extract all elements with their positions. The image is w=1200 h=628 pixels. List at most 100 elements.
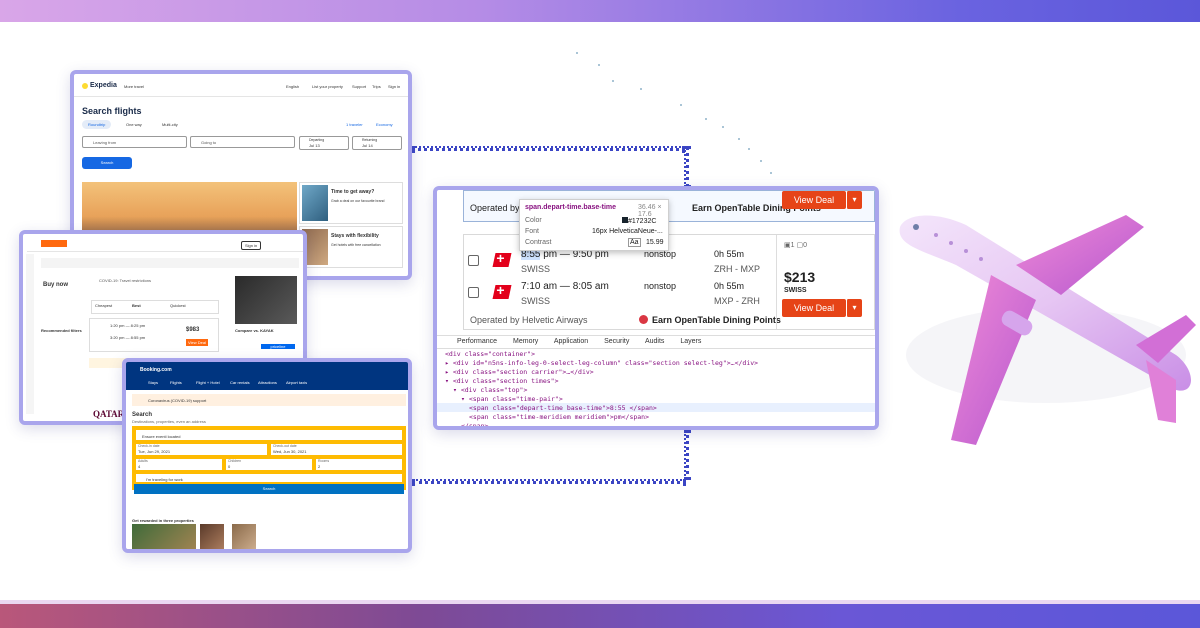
code-line[interactable]: ▾ <div class="top">: [453, 386, 527, 394]
route: ZRH - MXP: [714, 264, 760, 274]
code-line[interactable]: ▾ <div class="section times">: [445, 377, 559, 385]
work-travel-checkbox[interactable]: I'm traveling for work: [134, 472, 404, 484]
tooltip-color-label: Color: [525, 217, 542, 224]
traveler-select[interactable]: 1 traveler: [346, 122, 363, 127]
cabin-select[interactable]: Economy: [376, 122, 393, 127]
path-dot: [705, 118, 707, 120]
nav-stays[interactable]: Stays: [148, 380, 158, 385]
search-summary-bar[interactable]: [41, 258, 299, 268]
covid-notice[interactable]: COVID-19: Travel restrictions: [99, 278, 151, 283]
checkout-input[interactable]: Check-out date Wed, Jun 30, 2021: [269, 442, 404, 457]
priceline-button[interactable]: priceline: [261, 344, 295, 349]
children-select[interactable]: Children 0: [224, 457, 314, 472]
going-to-placeholder: Going to: [201, 140, 217, 145]
nav-language[interactable]: English: [286, 84, 299, 89]
code-line[interactable]: <div class="container">: [445, 350, 535, 358]
connector-line: [684, 146, 689, 188]
tab-memory[interactable]: Memory: [513, 338, 538, 345]
deal-dropdown-caret[interactable]: ▾: [846, 299, 862, 317]
nav-airport-taxis[interactable]: Airport taxis: [286, 380, 307, 385]
connector-line: [412, 146, 685, 151]
tooltip-font-label: Font: [525, 228, 540, 235]
tab-performance[interactable]: Performance: [457, 338, 497, 345]
tabs-divider: [437, 348, 875, 349]
property-image[interactable]: [132, 524, 196, 549]
view-deal-button[interactable]: View Deal: [782, 299, 846, 317]
code-line-selected[interactable]: <span class="depart-time base-time">8:55…: [469, 404, 657, 412]
departing-date-input[interactable]: Departing Jul 13: [299, 136, 349, 150]
adults-select[interactable]: Adults 4: [134, 457, 224, 472]
sort-quickest[interactable]: Quickest: [170, 303, 186, 308]
rooms-select[interactable]: Rooms 2: [314, 457, 404, 472]
nav-sign-in[interactable]: Sign in: [388, 84, 400, 89]
sign-in-button[interactable]: Sign in: [241, 241, 262, 250]
tab-audits[interactable]: Audits: [645, 338, 664, 345]
tab-multi-city[interactable]: Multi-city: [162, 122, 178, 127]
tooltip-font-value: 16px HelveticaNeue-...: [592, 228, 663, 235]
code-line[interactable]: ▸ <div id="n5ns-info-leg-0-select-leg-co…: [445, 359, 758, 367]
nav-list-property[interactable]: List your property: [312, 84, 343, 89]
connector-line: [684, 430, 689, 480]
more-travel-menu[interactable]: More travel: [124, 84, 144, 89]
tab-layers[interactable]: Layers: [680, 338, 701, 345]
booking-logo[interactable]: Booking.com: [140, 367, 172, 373]
view-deal-button[interactable]: View Deal: [186, 339, 208, 346]
stops: nonstop: [644, 281, 677, 291]
covid-support-text: Coronavirus (COVID-19) support: [148, 398, 207, 403]
promo-card-flexibility[interactable]: Stays with flexibility Get hotels with f…: [299, 226, 403, 268]
returning-value: Jul 14: [362, 143, 373, 148]
leaving-from-input[interactable]: Leaving from: [82, 136, 187, 148]
nav-trips[interactable]: Trips: [372, 84, 381, 89]
elements-panel: Performance Memory Application Security …: [437, 335, 875, 426]
expedia-logo-icon: [82, 83, 88, 89]
going-to-input[interactable]: Going to: [190, 136, 295, 148]
nav-support[interactable]: Support: [352, 84, 366, 89]
property-image[interactable]: [232, 524, 256, 549]
view-deal-button[interactable]: View Deal: [782, 191, 846, 209]
tooltip-color-value: #17232C: [622, 217, 656, 225]
sort-best[interactable]: Best: [132, 303, 141, 308]
tab-security[interactable]: Security: [604, 338, 629, 345]
sort-cheapest[interactable]: Cheapest: [95, 303, 112, 308]
booking-window: Booking.com Stays Flights Flight + Hotel…: [122, 358, 412, 553]
leg-checkbox[interactable]: [468, 255, 479, 266]
promo-card-getaway[interactable]: Time to get away? Grab a deal on our fav…: [299, 182, 403, 224]
opentable-icon: [639, 315, 648, 324]
covid-support-banner[interactable]: Coronavirus (COVID-19) support: [132, 394, 406, 406]
code-line[interactable]: ▸ <div class="section carrier">…</div>: [445, 368, 594, 376]
nav-flight-hotel[interactable]: Flight + Hotel: [196, 380, 220, 385]
result-card[interactable]: 1:20 pm — 8:25 pm 3:20 pm — 8:55 pm $983…: [89, 318, 219, 352]
tooltip-color: #17232C: [628, 218, 657, 225]
result-price: $983: [186, 327, 200, 333]
compare-heading: Compare vs. KAYAK: [235, 328, 274, 333]
path-dot: [680, 104, 682, 106]
expedia-logo[interactable]: Expedia: [90, 82, 117, 89]
departing-value: Jul 13: [309, 143, 320, 148]
tooltip-size: 36.46 × 17.6: [638, 204, 662, 218]
nav-flights[interactable]: Flights: [170, 380, 182, 385]
deal-dropdown-caret[interactable]: ▾: [846, 191, 862, 209]
code-line[interactable]: ▾ <span class="time-pair">: [461, 395, 563, 403]
search-heading: Search: [132, 412, 153, 418]
booking-search-button[interactable]: Search: [134, 484, 404, 494]
code-line[interactable]: </span>: [461, 422, 488, 426]
property-image[interactable]: [200, 524, 224, 549]
destination-input[interactable]: Ensure eventi located: [134, 428, 404, 442]
path-dot: [612, 80, 614, 82]
tab-one-way[interactable]: One way: [126, 122, 142, 127]
path-dot: [722, 126, 724, 128]
nav-car-rentals[interactable]: Car rentals: [230, 380, 250, 385]
path-dot: [770, 172, 772, 174]
path-dot: [738, 138, 740, 140]
rooms-value: 2: [318, 464, 321, 469]
search-subheading: Destinations, properties, even an addres…: [132, 419, 206, 424]
checkin-input[interactable]: Check-in date Tue, Jun 29, 2021: [134, 442, 269, 457]
leg-checkbox[interactable]: [468, 287, 479, 298]
returning-date-input[interactable]: Returning Jul 14: [352, 136, 402, 150]
inspector-tooltip: span.depart-time.base-time 36.46 × 17.6 …: [519, 199, 669, 251]
tab-application[interactable]: Application: [554, 338, 588, 345]
code-line[interactable]: <span class="time-meridiem meridiem">pm<…: [469, 413, 649, 421]
tab-roundtrip[interactable]: Roundtrip: [82, 120, 112, 129]
nav-attractions[interactable]: Attractions: [258, 380, 277, 385]
search-button[interactable]: Search: [82, 157, 132, 169]
